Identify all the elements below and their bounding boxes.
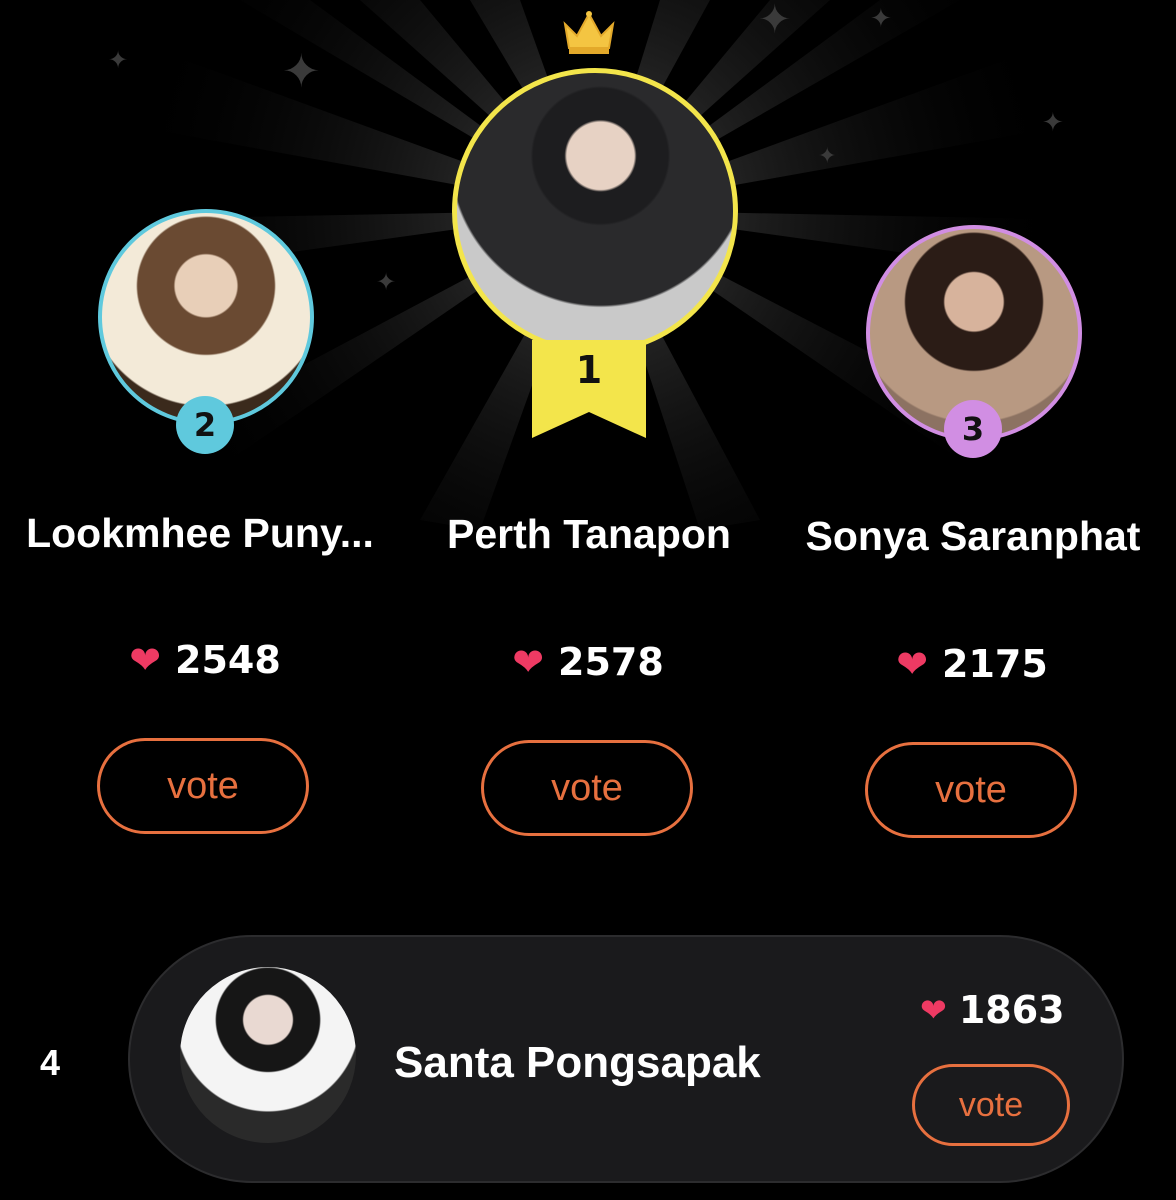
rank-badge-3: 3 <box>944 400 1002 458</box>
vote-count-value: 2548 <box>175 638 281 682</box>
rank-badge-2: 2 <box>176 396 234 454</box>
sparkle-icon: ✦ <box>108 46 129 74</box>
contestant-name: Lookmhee Puny... <box>26 510 374 556</box>
contestant-name: Sonya Saranphat <box>805 513 1141 559</box>
sparkle-icon: ✦ <box>870 4 892 34</box>
vote-count: ❤ 2578 <box>438 640 738 684</box>
avatar-perth[interactable] <box>452 68 738 354</box>
vote-count: ❤ 1863 <box>920 988 1065 1032</box>
vote-button[interactable]: vote <box>912 1064 1070 1146</box>
heart-icon: ❤ <box>512 640 545 684</box>
vote-count-value: 2175 <box>942 642 1048 686</box>
sparkle-icon: ✦ <box>376 268 397 296</box>
sparkle-icon: ✦ <box>818 144 837 169</box>
list-rank: 4 <box>40 1042 61 1083</box>
heart-icon: ❤ <box>920 991 947 1029</box>
vote-count-value: 2578 <box>558 640 664 684</box>
vote-count: ❤ 2175 <box>822 642 1122 686</box>
vote-button[interactable]: vote <box>865 742 1077 838</box>
avatar-santa[interactable] <box>180 967 356 1143</box>
heart-icon: ❤ <box>129 638 162 682</box>
vote-button[interactable]: vote <box>97 738 309 834</box>
sparkle-icon: ✦ <box>758 0 792 43</box>
vote-button[interactable]: vote <box>481 740 693 836</box>
contestant-name: Santa Pongsapak <box>394 1038 761 1087</box>
crown-icon <box>563 11 615 54</box>
avatar-lookmhee[interactable] <box>98 209 314 425</box>
sparkle-icon: ✦ <box>282 44 321 98</box>
vote-count: ❤ 2548 <box>55 638 355 682</box>
rank-badge-1: 1 <box>575 348 603 392</box>
heart-icon: ❤ <box>896 642 929 686</box>
vote-count-value: 1863 <box>958 988 1065 1032</box>
sparkle-icon: ✦ <box>1042 108 1064 138</box>
contestant-name: Perth Tanapon <box>447 511 731 557</box>
